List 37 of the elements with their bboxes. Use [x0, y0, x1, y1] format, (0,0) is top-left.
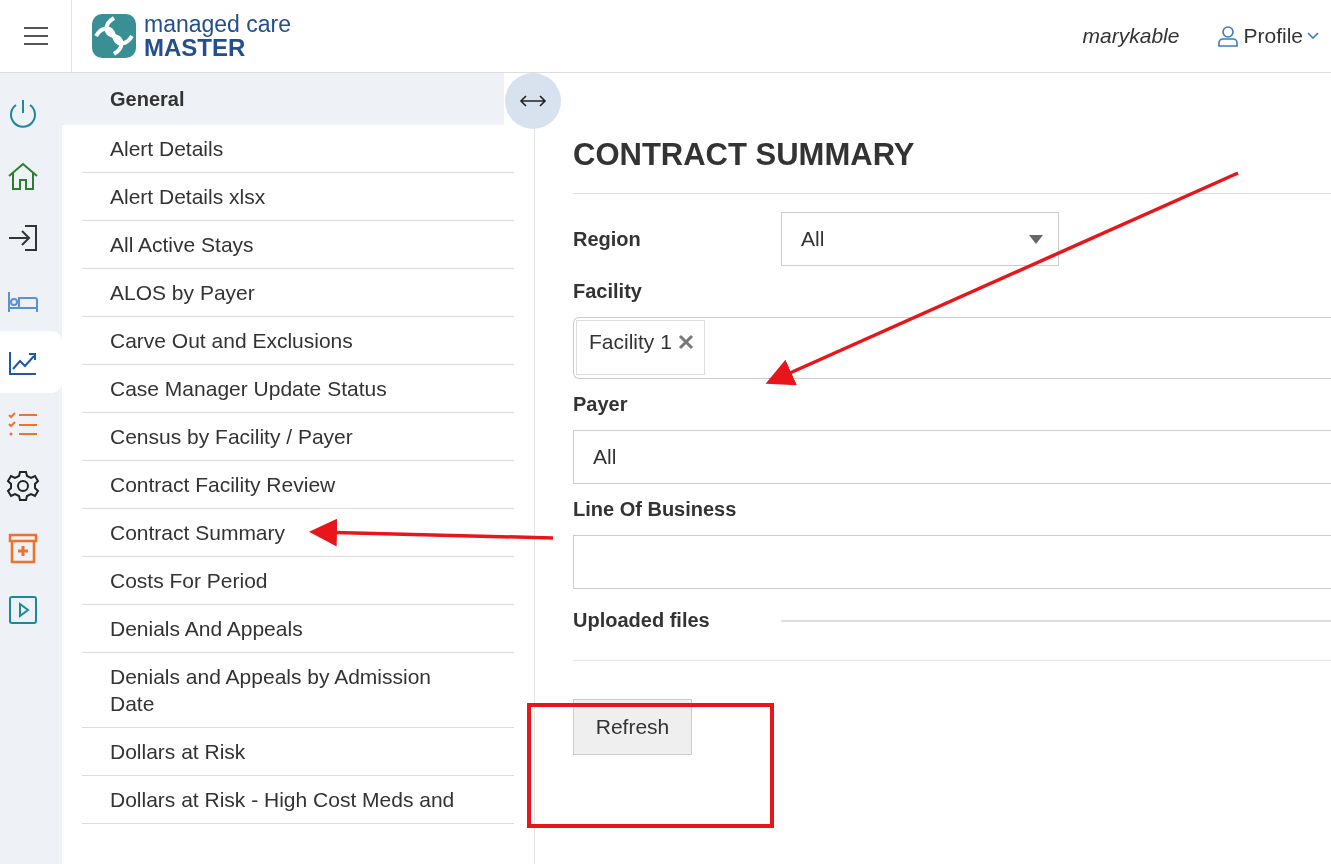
menu-item[interactable]: All Active Stays: [82, 221, 514, 268]
field-label: Facility: [573, 280, 643, 303]
input-field[interactable]: All: [573, 430, 1331, 484]
caret-icon: [1029, 234, 1043, 244]
page-title: CONTRACT SUMMARY: [573, 137, 1331, 194]
profile-menu[interactable]: Profile: [1215, 22, 1321, 50]
multi-select-field[interactable]: Facility 1: [573, 317, 1331, 379]
menu-item[interactable]: Denials And Appeals: [82, 605, 514, 652]
menu-item[interactable]: Contract Facility Review: [82, 461, 514, 508]
chevron-down-icon: [1307, 32, 1319, 40]
menu-item[interactable]: Alert Details xlsx: [82, 173, 514, 220]
user-icon: [1217, 25, 1240, 47]
facility-tag: Facility 1: [576, 320, 705, 375]
menu-item[interactable]: Contract Summary: [82, 509, 514, 556]
input-field[interactable]: [573, 535, 1331, 589]
menu-item[interactable]: Alert Details: [82, 125, 514, 172]
logo-icon: [90, 12, 138, 60]
section-header: General: [62, 73, 504, 125]
menu-item[interactable]: Dollars at Risk - High Cost Meds and: [82, 776, 514, 823]
menu-item[interactable]: Census by Facility / Payer: [82, 413, 514, 460]
resize-handle[interactable]: [505, 73, 561, 129]
menu-item[interactable]: Costs For Period: [82, 557, 514, 604]
refresh-button[interactable]: Refresh: [573, 699, 692, 755]
close-icon[interactable]: [677, 334, 694, 350]
chart-icon[interactable]: [0, 331, 62, 393]
menu-item[interactable]: Carve Out and Exclusions: [82, 317, 514, 364]
username: marykable: [1082, 24, 1180, 48]
field-label: Line Of Business: [573, 498, 738, 521]
menu-item[interactable]: Denials and Appeals by Admission Date: [82, 653, 514, 727]
field-label: Payer: [573, 393, 629, 416]
brand-name: managed care: [144, 12, 292, 36]
menu-item[interactable]: Dollars at Risk: [82, 728, 514, 775]
field-label: Uploaded files: [573, 609, 711, 632]
field-label: Region: [573, 227, 642, 251]
region-dropdown[interactable]: All: [781, 212, 1059, 266]
menu-item[interactable]: Case Manager Update Status: [82, 365, 514, 412]
menu-item[interactable]: ALOS by Payer: [82, 269, 514, 316]
